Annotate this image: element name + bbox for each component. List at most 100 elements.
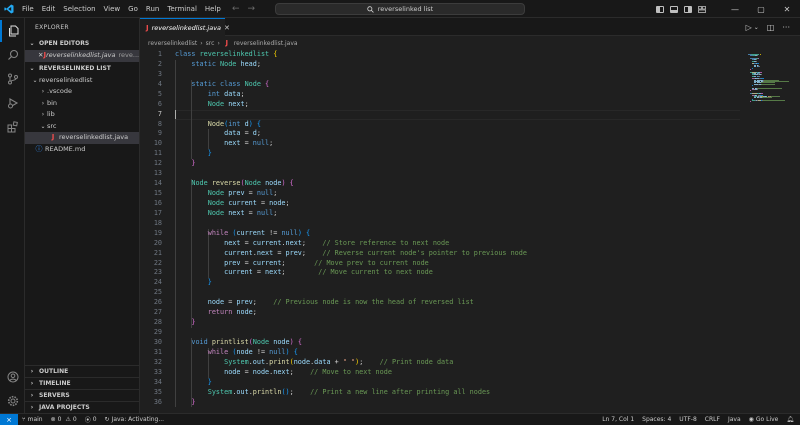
code-line: 36 } [140, 398, 740, 408]
sync-icon: ↻ [104, 416, 110, 423]
menu-item-selection[interactable]: Selection [59, 0, 99, 18]
extensions-icon[interactable] [0, 116, 25, 138]
chevron-down-icon: ⌄ [32, 76, 38, 84]
folder-vscode-label: .vscode [47, 87, 72, 95]
code-text: Node next = null; [207, 208, 278, 217]
back-arrow-icon[interactable]: ← [232, 4, 240, 14]
close-button[interactable]: ✕ [774, 0, 800, 18]
code-line: 28 } [140, 318, 740, 328]
code-text: } [207, 149, 212, 158]
language-mode[interactable]: Java [724, 416, 745, 423]
line-number: 6 [157, 99, 162, 108]
file-readme[interactable]: ⓘ README.md [25, 144, 139, 156]
file-reverselinkedlist[interactable]: J reverselinkedlist.java [25, 132, 139, 144]
activity-bar [0, 18, 25, 413]
java-projects-section[interactable]: › JAVA PROJECTS [25, 401, 140, 413]
branch-label: main [27, 416, 43, 423]
code-line: 25 [140, 288, 740, 298]
customize-layout-icon[interactable] [698, 5, 706, 13]
open-editors-label: OPEN EDITORS [39, 40, 90, 47]
chevron-down-icon[interactable]: ⌄ [754, 24, 759, 31]
code-line: 5 int data; [140, 90, 740, 100]
code-line: 8 Node(int d) { [140, 120, 740, 130]
code-line: 13 [140, 169, 740, 179]
minimize-button[interactable]: — [722, 0, 748, 18]
menu-item-terminal[interactable]: Terminal [163, 0, 201, 18]
toggle-secondary-sidebar-icon[interactable] [684, 5, 692, 13]
folder-bin[interactable]: › bin [25, 98, 139, 110]
end-of-line[interactable]: CRLF [701, 416, 724, 423]
code-line: 33 node = node.next; // Move to next nod… [140, 368, 740, 378]
code-text: prev = current; // Move prev to current … [224, 258, 429, 267]
servers-section[interactable]: › SERVERS [25, 389, 140, 401]
command-center-search[interactable]: reverselinked list [275, 3, 525, 15]
code-line: 9 data = d; [140, 129, 740, 139]
ports-indicator[interactable]: ⦿ 0 [81, 415, 101, 424]
go-live-button[interactable]: ◉ Go Live [745, 416, 783, 423]
minimap-token [750, 101, 751, 103]
open-editor-filename: reverselinkedlist.java [46, 51, 116, 59]
folder-src[interactable]: ⌄ src [25, 121, 139, 133]
more-actions-icon[interactable]: ··· [782, 23, 790, 32]
maximize-button[interactable]: ▢ [748, 0, 774, 18]
java-file-icon: J [146, 23, 149, 32]
folder-lib[interactable]: › lib [25, 109, 139, 121]
code-line: 4 static class Node { [140, 80, 740, 90]
run-debug-icon[interactable] [0, 92, 25, 114]
menu-item-view[interactable]: View [100, 0, 125, 18]
remote-indicator-icon[interactable]: ⨯ [0, 413, 18, 425]
menu-item-edit[interactable]: Edit [38, 0, 60, 18]
folder-root[interactable]: ⌄ reverselinkedlist [25, 75, 139, 87]
toggle-primary-sidebar-icon[interactable] [656, 5, 664, 13]
sidebar-title: EXPLORER [35, 24, 69, 31]
editor-tab[interactable]: J reverselinkedlist.java ✕ [140, 18, 230, 36]
split-editor-icon[interactable]: ◫ [767, 23, 775, 32]
code-text: static Node head; [191, 59, 261, 68]
code-line: 7 [140, 110, 740, 120]
outline-section[interactable]: › OUTLINE [25, 365, 140, 377]
toggle-panel-icon[interactable] [670, 5, 678, 13]
code-text: Node(int d) { [207, 119, 261, 128]
menu-item-file[interactable]: File [18, 0, 38, 18]
minimap-token [752, 85, 753, 87]
settings-gear-icon[interactable] [0, 390, 25, 412]
breadcrumb-root[interactable]: reverselinkedlist [148, 40, 197, 47]
timeline-section[interactable]: › TIMELINE [25, 377, 140, 389]
menu-item-run[interactable]: Run [142, 0, 163, 18]
antenna-icon: ⦿ [84, 417, 91, 424]
code-line: 29 [140, 328, 740, 338]
chevron-right-icon: › [30, 403, 34, 411]
problems-indicator[interactable]: ⊗ 0 ⚠ 0 [47, 416, 81, 423]
explorer-icon[interactable] [0, 20, 25, 42]
cursor-position[interactable]: Ln 7, Col 1 [598, 416, 638, 423]
folder-lib-label: lib [47, 110, 55, 118]
line-number: 32 [153, 357, 162, 366]
minimap[interactable] [740, 48, 800, 413]
git-branch[interactable]: ⑂ main [18, 416, 47, 423]
close-icon[interactable]: ✕ [224, 24, 230, 32]
menu-item-go[interactable]: Go [124, 0, 142, 18]
search-icon [367, 5, 374, 13]
open-editor-item[interactable]: ✕ J reverselinkedlist.java reve... [25, 50, 139, 62]
forward-arrow-icon[interactable]: → [248, 4, 256, 14]
code-line: 31 while (node != null) { [140, 348, 740, 358]
code-editor[interactable]: 1 class reverselinkedlist {2 static Node … [140, 48, 740, 413]
notifications-bell-icon[interactable]: 🔔︎ [782, 416, 800, 423]
search-icon[interactable] [0, 44, 25, 66]
code-text: return node; [207, 308, 257, 317]
line-number: 15 [153, 189, 162, 198]
run-icon[interactable]: ▷ [746, 23, 752, 32]
workspace-section[interactable]: ⌄ REVERSELINKED LIST [25, 63, 139, 75]
open-editors-section[interactable]: ⌄ OPEN EDITORS [25, 38, 139, 50]
menu-item-help[interactable]: Help [201, 0, 225, 18]
breadcrumb-src[interactable]: src [206, 40, 215, 47]
minimap-token [759, 54, 760, 55]
java-status[interactable]: ↻ Java: Activating... [101, 416, 169, 423]
code-line: 3 [140, 70, 740, 80]
account-icon[interactable] [0, 366, 25, 388]
encoding[interactable]: UTF-8 [675, 416, 701, 423]
breadcrumb-file[interactable]: reverselinkedlist.java [234, 40, 298, 47]
indentation[interactable]: Spaces: 4 [638, 416, 675, 423]
source-control-icon[interactable] [0, 68, 25, 90]
folder-vscode[interactable]: › .vscode [25, 86, 139, 98]
